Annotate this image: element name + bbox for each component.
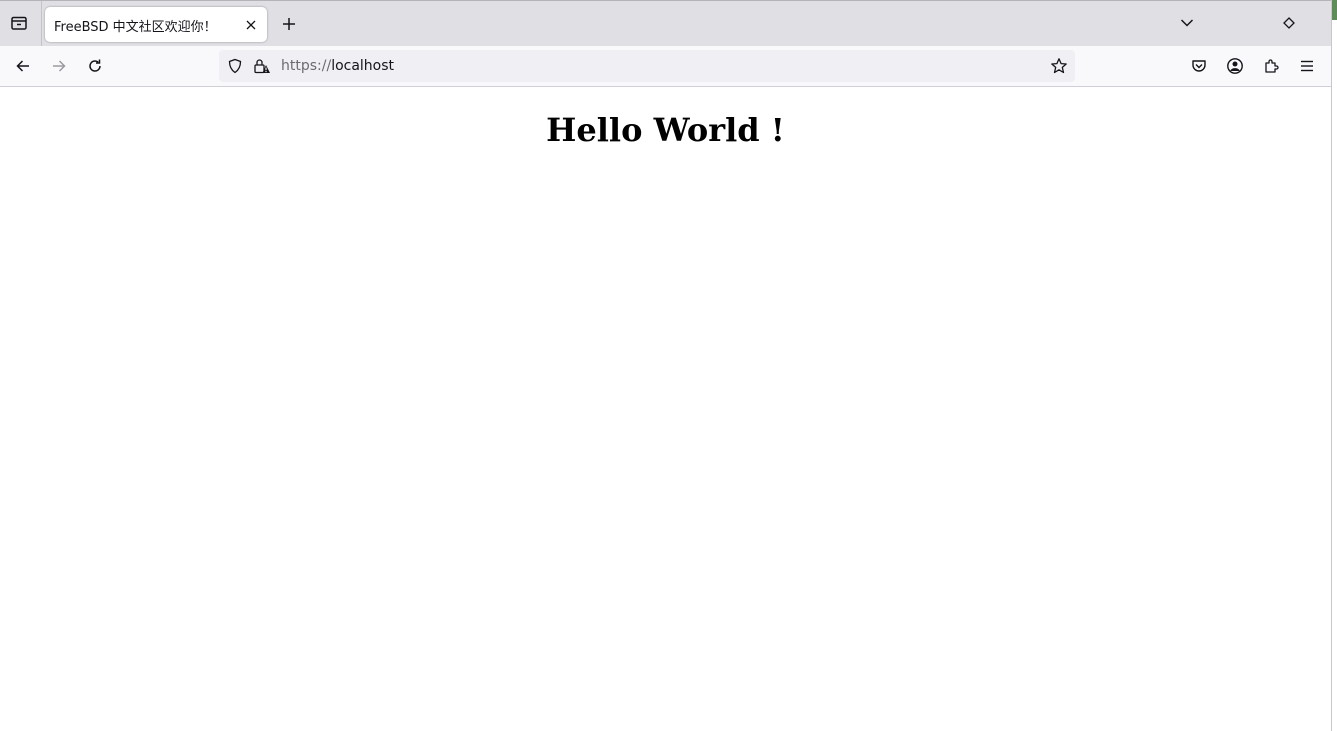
browser-window: FreeBSD 中文社区欢迎你！ https://localhost Hello…: [0, 0, 1337, 731]
shield-icon: [227, 58, 243, 74]
puzzle-icon: [1263, 58, 1279, 74]
diamond-icon: [1282, 16, 1296, 30]
navigation-toolbar: https://localhost: [0, 46, 1331, 87]
page-heading: Hello World !: [546, 111, 785, 149]
reload-button[interactable]: [79, 50, 111, 82]
forward-button[interactable]: [43, 50, 75, 82]
back-button[interactable]: [7, 50, 39, 82]
forward-arrow-icon: [51, 58, 67, 74]
pocket-icon: [1191, 58, 1207, 74]
tab-title: FreeBSD 中文社区欢迎你！: [54, 20, 217, 35]
star-icon: [1050, 57, 1068, 75]
page-content: Hello World !: [0, 87, 1331, 731]
tabstrip-divider: [41, 1, 42, 46]
tab-active[interactable]: FreeBSD 中文社区欢迎你！: [45, 7, 267, 42]
tab-close-button[interactable]: [240, 14, 262, 36]
account-button[interactable]: [1219, 50, 1251, 82]
address-bar[interactable]: https://localhost: [219, 50, 1075, 82]
tab-strip: FreeBSD 中文社区欢迎你！: [0, 0, 1331, 46]
tab-overview-button[interactable]: [3, 7, 35, 39]
account-icon: [1226, 57, 1244, 75]
hamburger-menu-icon: [1299, 58, 1315, 74]
lock-warning-icon: [253, 58, 271, 74]
plus-icon: [281, 16, 297, 32]
chevron-down-icon: [1179, 15, 1195, 31]
url-scheme: https://: [281, 58, 332, 74]
extra-toolbar-button[interactable]: [1273, 7, 1305, 39]
window-edge: [1331, 0, 1332, 731]
window-edge-accent: [1332, 0, 1337, 20]
tab-overview-icon: [10, 14, 28, 32]
reload-icon: [87, 58, 103, 74]
pocket-button[interactable]: [1183, 50, 1215, 82]
new-tab-button[interactable]: [273, 8, 305, 40]
bookmark-button[interactable]: [1043, 50, 1075, 82]
url-host: localhost: [331, 58, 395, 74]
app-menu-button[interactable]: [1291, 50, 1323, 82]
site-info-button[interactable]: [246, 50, 278, 82]
extensions-button[interactable]: [1255, 50, 1287, 82]
url-text[interactable]: https://localhost: [281, 58, 394, 74]
back-arrow-icon: [15, 58, 31, 74]
list-all-tabs-button[interactable]: [1171, 7, 1203, 39]
close-icon: [245, 19, 257, 31]
